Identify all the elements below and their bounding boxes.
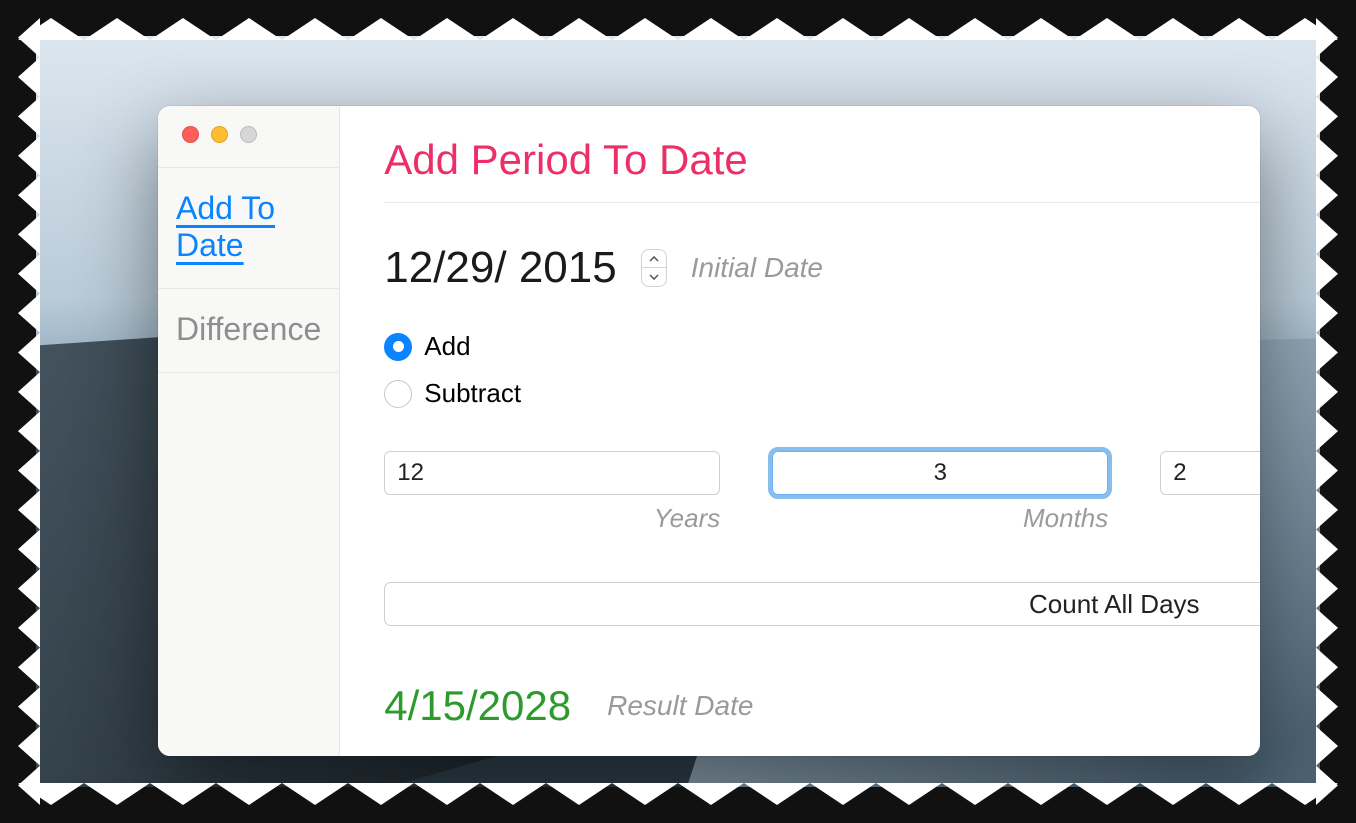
weeks-column: Weeks (1160, 451, 1260, 534)
count-mode-selected: Count All Days (385, 589, 1260, 620)
initial-date-hint: Initial Date (691, 252, 823, 284)
months-input[interactable] (772, 451, 1108, 495)
period-inputs-row: Years Months Weeks Days (384, 451, 1260, 534)
years-column: Years (384, 451, 720, 534)
minimize-window-button[interactable] (211, 126, 228, 143)
weeks-input[interactable] (1160, 451, 1260, 495)
radio-subtract-label: Subtract (424, 378, 521, 409)
initial-date-stepper[interactable] (641, 249, 667, 287)
radio-subtract[interactable]: Subtract (384, 378, 1260, 409)
initial-date-field[interactable]: 12/29/ 2015 (384, 243, 616, 293)
sidebar: Add To Date Difference (158, 106, 340, 756)
sidebar-item-difference[interactable]: Difference (158, 289, 339, 373)
radio-add-label: Add (424, 331, 470, 362)
count-mode-dropdown[interactable]: Count All Days (384, 582, 1260, 626)
stepper-up-icon[interactable] (642, 250, 666, 268)
sidebar-item-label: Add To Date (176, 190, 275, 263)
result-date-hint: Result Date (607, 690, 753, 722)
fullscreen-window-button[interactable] (240, 126, 257, 143)
main-panel: Add Period To Date 12/29/ 2015 Initial D… (340, 106, 1260, 756)
close-window-button[interactable] (182, 126, 199, 143)
radio-add[interactable]: Add (384, 331, 1260, 362)
desktop-wallpaper: Add To Date Difference Add Period To Dat… (36, 36, 1320, 787)
months-column: Months (772, 451, 1108, 534)
years-label: Years (384, 503, 720, 534)
count-mode-row: Count All Days (384, 582, 1260, 626)
radio-subtract-indicator (384, 380, 412, 408)
radio-add-indicator (384, 333, 412, 361)
sidebar-item-add-to-date[interactable]: Add To Date (158, 168, 339, 289)
window-controls (158, 106, 339, 167)
app-window: Add To Date Difference Add Period To Dat… (158, 106, 1260, 756)
months-label: Months (772, 503, 1108, 534)
weeks-label: Weeks (1160, 503, 1260, 534)
result-row: 4/15/2028 Result Date (384, 682, 1260, 730)
years-input[interactable] (384, 451, 720, 495)
screenshot-frame: Add To Date Difference Add Period To Dat… (0, 0, 1356, 823)
operation-radio-group: Add Subtract (384, 331, 1260, 409)
sidebar-list: Add To Date Difference (158, 167, 339, 373)
result-date-value: 4/15/2028 (384, 682, 571, 730)
page-title: Add Period To Date (384, 136, 1260, 203)
stepper-down-icon[interactable] (642, 268, 666, 286)
initial-date-row: 12/29/ 2015 Initial Date (384, 243, 1260, 293)
sidebar-item-label: Difference (176, 311, 321, 347)
